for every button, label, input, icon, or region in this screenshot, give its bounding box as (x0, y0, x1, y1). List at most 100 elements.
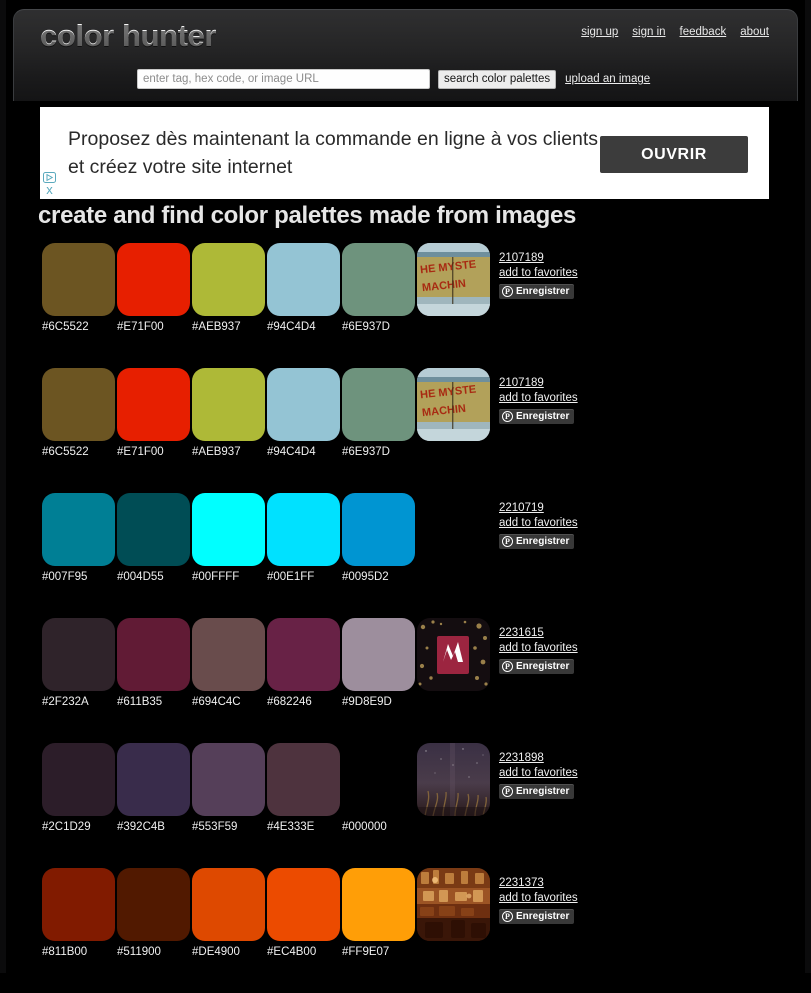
warm-interior-market-thumbnail[interactable] (417, 868, 490, 941)
night-sky-grass-thumbnail[interactable] (417, 743, 490, 816)
color-swatch[interactable] (267, 493, 340, 566)
add-to-favorites-link[interactable]: add to favorites (499, 891, 578, 906)
color-swatch[interactable] (42, 368, 115, 441)
color-hex-label: #2F232A (42, 696, 89, 708)
color-swatch[interactable] (192, 243, 265, 316)
swatch-cell: #6C5522 (42, 243, 117, 333)
page-tagline: create and find color palettes made from… (38, 202, 577, 229)
swatch-cell: #E71F00 (117, 243, 192, 333)
color-swatch[interactable] (42, 493, 115, 566)
color-hex-label: #4E333E (267, 821, 315, 833)
add-to-favorites-link[interactable]: add to favorites (499, 766, 578, 781)
palette-id-link[interactable]: 2107189 (499, 251, 578, 266)
color-swatch[interactable] (267, 868, 340, 941)
color-swatch[interactable] (192, 368, 265, 441)
pinterest-save-button[interactable]: P Enregistrer (499, 909, 575, 924)
color-swatch[interactable] (192, 743, 265, 816)
color-swatch[interactable] (267, 743, 340, 816)
swatch-cell: #E71F00 (117, 368, 192, 458)
color-hex-label: #AEB937 (192, 321, 241, 333)
close-x-icon[interactable]: x (43, 183, 56, 196)
pinterest-save-label: Enregistrer (516, 536, 570, 547)
palette-list: #6C5522 #E71F00 #AEB937 #94C4D4 #6E937D HE M… (0, 243, 811, 993)
nav-sign-up[interactable]: sign up (581, 26, 618, 38)
color-hex-label: #007F95 (42, 571, 88, 583)
pinterest-save-button[interactable]: P Enregistrer (499, 409, 575, 424)
nav-about[interactable]: about (740, 26, 769, 38)
pinterest-save-button[interactable]: P Enregistrer (499, 784, 575, 799)
color-swatch[interactable] (192, 868, 265, 941)
color-hex-label: #511900 (117, 946, 161, 958)
color-swatch[interactable] (117, 618, 190, 691)
search-input[interactable] (137, 69, 430, 89)
palette-id-link[interactable]: 2231373 (499, 876, 578, 891)
pinterest-save-button[interactable]: P Enregistrer (499, 659, 575, 674)
color-swatch[interactable] (117, 243, 190, 316)
add-to-favorites-link[interactable]: add to favorites (499, 641, 578, 656)
swatch-cell: #392C4B (117, 743, 192, 833)
color-swatch[interactable] (192, 493, 265, 566)
color-hex-label: #9D8E9D (342, 696, 392, 708)
palette-id-link[interactable]: 2107189 (499, 376, 578, 391)
color-swatch[interactable] (42, 618, 115, 691)
color-swatch[interactable] (342, 493, 415, 566)
swatch-strip: #811B00 #511900 #DE4900 #EC4B00 #FF9E07 (42, 868, 417, 958)
color-swatch[interactable] (42, 243, 115, 316)
mystery-machine-van-thumbnail[interactable]: HE MYSTE MACHIN (417, 368, 490, 441)
color-hex-label: #94C4D4 (267, 321, 316, 333)
advertisement-banner[interactable]: Proposez dès maintenant la commande en l… (40, 107, 769, 199)
palette-meta: 2231373 add to favorites P Enregistrer (499, 876, 578, 924)
palette-row: #6C5522 #E71F00 #AEB937 #94C4D4 #6E937D HE M… (0, 243, 811, 368)
color-swatch[interactable] (42, 868, 115, 941)
color-hex-label: #E71F00 (117, 446, 164, 458)
pinterest-save-button[interactable]: P Enregistrer (499, 284, 575, 299)
color-swatch[interactable] (117, 493, 190, 566)
site-header: color hunter sign up sign in feedback about… (13, 9, 798, 101)
night-sign-lights-thumbnail[interactable] (417, 618, 490, 691)
search-color-palettes-button[interactable]: search color palettes (438, 69, 557, 89)
color-swatch[interactable] (342, 618, 415, 691)
nav-sign-in[interactable]: sign in (632, 26, 665, 38)
ad-open-button[interactable]: OUVRIR (600, 136, 748, 173)
palette-row: #811B00 #511900 #DE4900 #EC4B00 #FF9E07 (0, 868, 811, 993)
color-swatch[interactable] (42, 743, 115, 816)
swatch-cell: #FF9E07 (342, 868, 417, 958)
color-swatch[interactable] (267, 618, 340, 691)
color-swatch[interactable] (342, 243, 415, 316)
nav-feedback[interactable]: feedback (680, 26, 727, 38)
palette-id-link[interactable]: 2210719 (499, 501, 578, 516)
color-swatch[interactable] (192, 618, 265, 691)
adchoices-triangle-icon[interactable] (43, 170, 56, 183)
color-swatch[interactable] (342, 743, 415, 816)
palette-id-link[interactable]: 2231615 (499, 626, 578, 641)
color-hex-label: #00FFFF (192, 571, 240, 583)
palette-row: #2F232A #611B35 #694C4C #682246 #9D8E9D 2231… (0, 618, 811, 743)
add-to-favorites-link[interactable]: add to favorites (499, 266, 578, 281)
palette-row: #2C1D29 #392C4B #553F59 #4E333E #000000 (0, 743, 811, 868)
color-swatch[interactable] (117, 868, 190, 941)
color-swatch[interactable] (267, 368, 340, 441)
swatch-strip: #6C5522 #E71F00 #AEB937 #94C4D4 #6E937D (42, 243, 417, 333)
pinterest-icon: P (502, 286, 513, 297)
pinterest-save-button[interactable]: P Enregistrer (499, 534, 575, 549)
color-hex-label: #DE4900 (192, 946, 240, 958)
color-hex-label: #6E937D (342, 446, 390, 458)
palette-id-link[interactable]: 2231898 (499, 751, 578, 766)
upload-an-image-link[interactable]: upload an image (565, 73, 650, 85)
palette-meta: 2107189 add to favorites P Enregistrer (499, 251, 578, 299)
add-to-favorites-link[interactable]: add to favorites (499, 516, 578, 531)
color-hex-label: #6E937D (342, 321, 390, 333)
swatch-cell: #6E937D (342, 368, 417, 458)
swatch-strip: #6C5522 #E71F00 #AEB937 #94C4D4 #6E937D (42, 368, 417, 458)
color-swatch[interactable] (117, 368, 190, 441)
swatch-cell: #811B00 (42, 868, 117, 958)
add-to-favorites-link[interactable]: add to favorites (499, 391, 578, 406)
color-swatch[interactable] (267, 243, 340, 316)
mystery-machine-van-thumbnail[interactable]: HE MYSTE MACHIN (417, 243, 490, 316)
color-swatch[interactable] (117, 743, 190, 816)
color-swatch[interactable] (342, 368, 415, 441)
swatch-cell: #694C4C (192, 618, 267, 708)
color-hex-label: #EC4B00 (267, 946, 317, 958)
swatch-cell: #00E1FF (267, 493, 342, 583)
color-swatch[interactable] (342, 868, 415, 941)
